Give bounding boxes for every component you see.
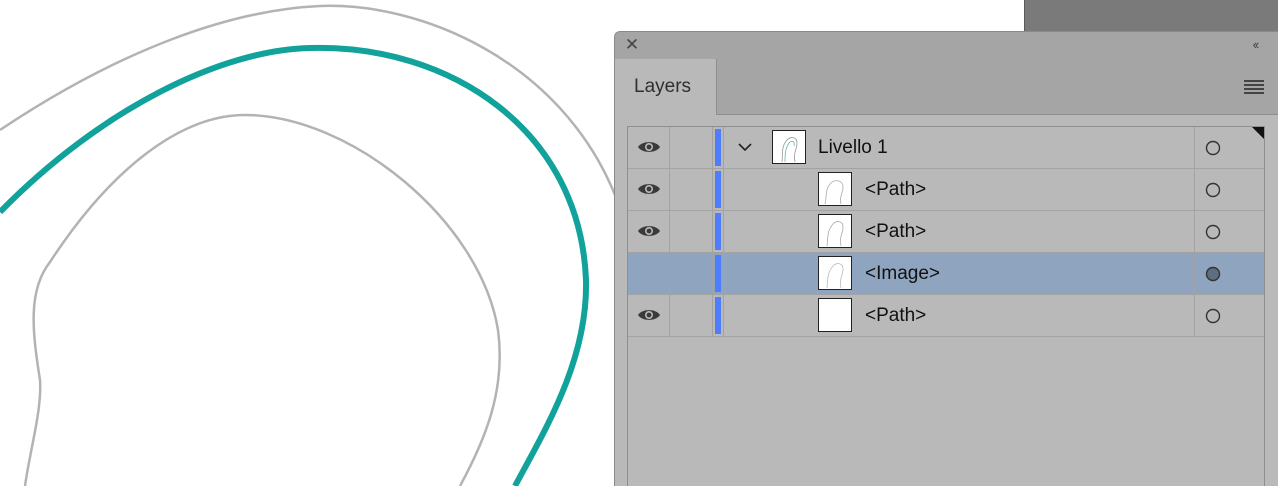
layer-color-indicator bbox=[715, 213, 721, 250]
eye-icon[interactable] bbox=[637, 181, 661, 197]
layer-name[interactable]: <Path> bbox=[865, 169, 926, 210]
target-circle-filled-icon[interactable] bbox=[1205, 266, 1221, 282]
layer-thumbnail bbox=[772, 130, 806, 164]
eye-icon[interactable] bbox=[637, 139, 661, 155]
visibility-toggle[interactable] bbox=[628, 211, 670, 252]
eye-icon[interactable] bbox=[637, 307, 661, 323]
layer-color-indicator bbox=[715, 255, 721, 292]
layers-panel[interactable]: ✕ ‹‹ Layers Livello 1 <Path> <Path> <Ima… bbox=[614, 31, 1278, 486]
target-circle-icon[interactable] bbox=[1205, 308, 1221, 324]
layer-row-path-2[interactable]: <Path> bbox=[628, 211, 1264, 253]
lock-toggle[interactable] bbox=[670, 253, 713, 294]
layer-list[interactable]: Livello 1 <Path> <Path> <Image> <Path> bbox=[627, 126, 1265, 486]
lock-toggle[interactable] bbox=[670, 211, 713, 252]
selection-corner-indicator bbox=[1252, 127, 1264, 139]
teal-path[interactable] bbox=[0, 44, 590, 486]
layer-color-indicator bbox=[715, 171, 721, 208]
panel-titlebar[interactable]: ✕ ‹‹ bbox=[615, 32, 1278, 59]
close-icon[interactable]: ✕ bbox=[623, 35, 641, 55]
layer-name[interactable]: Livello 1 bbox=[818, 127, 888, 168]
layer-name[interactable]: <Path> bbox=[865, 295, 926, 336]
layer-color-indicator bbox=[715, 129, 721, 166]
chevron-down-icon[interactable] bbox=[736, 140, 754, 154]
canvas-area[interactable]: ✕ ‹‹ Layers Livello 1 <Path> <Path> <Ima… bbox=[0, 0, 1278, 486]
collapse-panel-icon[interactable]: ‹‹ bbox=[1244, 36, 1266, 54]
layer-color-indicator bbox=[715, 297, 721, 334]
visibility-toggle[interactable] bbox=[628, 127, 670, 168]
visibility-toggle[interactable] bbox=[628, 169, 670, 210]
target-circle-icon[interactable] bbox=[1205, 224, 1221, 240]
layer-row-livello-1[interactable]: Livello 1 bbox=[628, 127, 1264, 169]
outer-gray-path[interactable] bbox=[0, 4, 617, 196]
target-circle-icon[interactable] bbox=[1205, 182, 1221, 198]
lock-toggle[interactable] bbox=[670, 295, 713, 336]
inner-gray-path[interactable] bbox=[23, 113, 501, 486]
lock-toggle[interactable] bbox=[670, 127, 713, 168]
image-thumbnail bbox=[818, 256, 852, 290]
layer-name[interactable]: <Image> bbox=[865, 253, 940, 294]
path-thumbnail bbox=[818, 214, 852, 248]
layer-name[interactable]: <Path> bbox=[865, 211, 926, 252]
layer-row-path-1[interactable]: <Path> bbox=[628, 169, 1264, 211]
lock-toggle[interactable] bbox=[670, 169, 713, 210]
background-gray-area bbox=[1024, 0, 1278, 32]
panel-tab-bar: Layers bbox=[615, 59, 1278, 115]
visibility-toggle[interactable] bbox=[628, 253, 670, 294]
layer-row-path-3[interactable]: <Path> bbox=[628, 295, 1264, 337]
layer-row-image[interactable]: <Image> bbox=[628, 253, 1264, 295]
path-thumbnail bbox=[818, 172, 852, 206]
eye-icon[interactable] bbox=[637, 223, 661, 239]
tab-layers[interactable]: Layers bbox=[615, 59, 717, 115]
blank-thumbnail bbox=[818, 298, 852, 332]
target-circle-icon[interactable] bbox=[1205, 140, 1221, 156]
visibility-toggle[interactable] bbox=[628, 295, 670, 336]
hamburger-icon[interactable] bbox=[1244, 80, 1264, 94]
